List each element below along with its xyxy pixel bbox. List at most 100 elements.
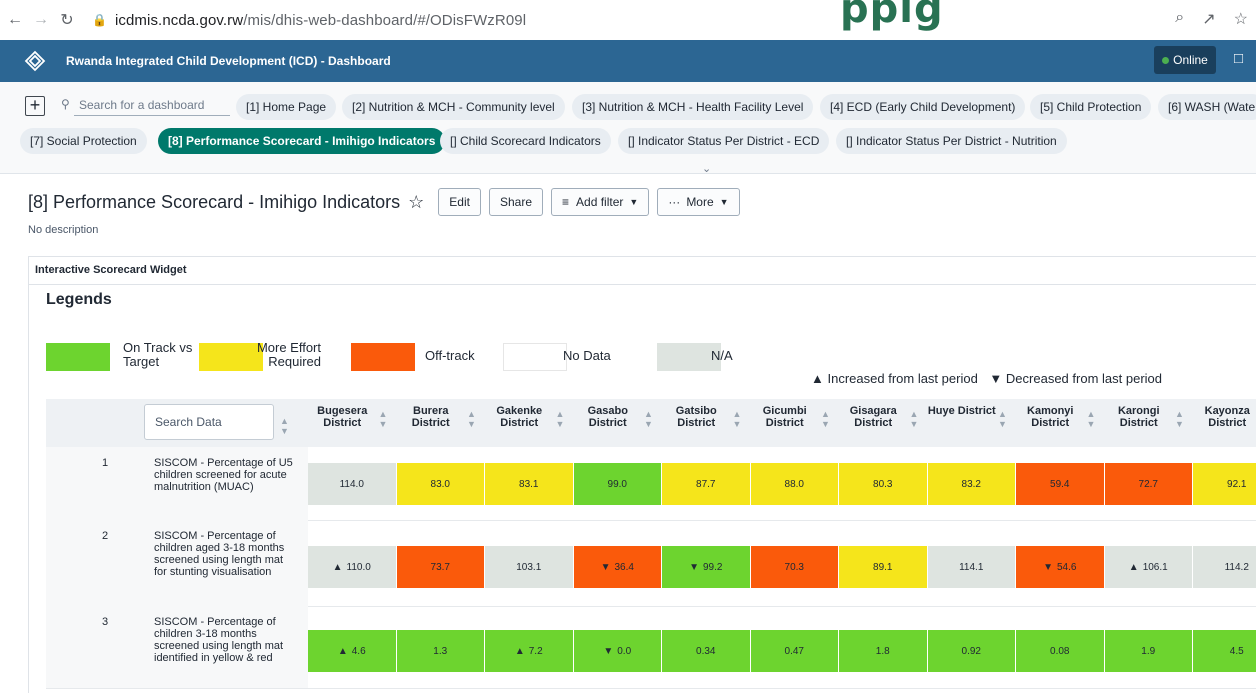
forward-arrow-icon[interactable]: → bbox=[28, 11, 54, 29]
score-cell[interactable]: ▼ 54.6 bbox=[1016, 546, 1104, 588]
chip-label: [8] Performance Scorecard - Imihigo Indi… bbox=[168, 134, 436, 148]
indicator-label[interactable]: SISCOM - Percentage of children 3-18 mon… bbox=[154, 616, 294, 664]
column-header[interactable]: Bugesera District bbox=[308, 405, 377, 429]
score-cell[interactable]: ▲ 110.0 bbox=[308, 546, 396, 588]
scorecard-widget: Interactive Scorecard Widget Legends On … bbox=[28, 256, 1256, 693]
column-header[interactable]: Gasabo District bbox=[574, 405, 643, 429]
score-cell[interactable]: ▼ 0.0 bbox=[573, 630, 661, 672]
dashboard-title-bar: [8] Performance Scorecard - Imihigo Indi… bbox=[28, 188, 740, 216]
cell-value: 114.0 bbox=[339, 478, 364, 490]
legends-title: Legends bbox=[46, 291, 112, 308]
score-cell[interactable]: 1.8 bbox=[839, 630, 927, 672]
reload-icon[interactable]: ↻ bbox=[54, 10, 80, 30]
chip-child-protection[interactable]: [5] Child Protection bbox=[1030, 94, 1152, 120]
cell-value: 0.47 bbox=[784, 645, 804, 657]
browser-actions: ⌕ ↗ ☆ bbox=[1175, 9, 1248, 29]
sort-icon[interactable]: ▲ ▼ bbox=[733, 409, 742, 429]
share-icon[interactable]: ↗ bbox=[1202, 9, 1215, 29]
score-cell[interactable]: 89.1 bbox=[839, 546, 927, 588]
add-dashboard-button[interactable]: + bbox=[25, 96, 45, 116]
share-button[interactable]: Share bbox=[488, 188, 544, 216]
more-button[interactable]: ··· More ▼ bbox=[657, 188, 740, 216]
score-cell[interactable]: 0.08 bbox=[1016, 630, 1104, 672]
triangle-up-icon: ▲ bbox=[514, 645, 525, 657]
score-cell[interactable]: 88.0 bbox=[750, 463, 838, 505]
score-cell[interactable]: 1.3 bbox=[396, 630, 484, 672]
zoom-icon[interactable]: ⌕ bbox=[1175, 9, 1184, 29]
sort-icon[interactable]: ▲ ▼ bbox=[998, 409, 1007, 429]
sort-icon[interactable]: ▲ ▼ bbox=[467, 409, 476, 429]
score-cell[interactable]: 72.7 bbox=[1104, 463, 1192, 505]
column-header[interactable]: Huye District bbox=[928, 405, 997, 417]
sort-icon[interactable]: ▲ ▼ bbox=[910, 409, 919, 429]
chip-label: [] Child Scorecard Indicators bbox=[450, 134, 601, 148]
score-cell[interactable]: 92.1 bbox=[1193, 463, 1256, 505]
sort-icon[interactable]: ▲ ▼ bbox=[1087, 409, 1096, 429]
chip-status-nutrition[interactable]: [] Indicator Status Per District - Nutri… bbox=[836, 128, 1067, 154]
chip-performance-scorecard[interactable]: [8] Performance Scorecard - Imihigo Indi… bbox=[158, 128, 446, 154]
add-filter-button[interactable]: ≡ Add filter ▼ bbox=[551, 188, 650, 216]
lock-icon: 🔒 bbox=[92, 13, 107, 27]
column-header[interactable]: Gatsibo District bbox=[662, 405, 731, 429]
column-header[interactable]: Burera District bbox=[397, 405, 466, 429]
chip-child-scorecard[interactable]: [] Child Scorecard Indicators bbox=[440, 128, 611, 154]
sort-icon[interactable]: ▲ ▼ bbox=[644, 409, 653, 429]
score-cell[interactable]: 83.2 bbox=[927, 463, 1015, 505]
score-cell[interactable]: ▲ 106.1 bbox=[1104, 546, 1192, 588]
score-cell[interactable]: 114.0 bbox=[308, 463, 396, 505]
score-cell[interactable]: 114.2 bbox=[1193, 546, 1256, 588]
score-cell[interactable]: 1.9 bbox=[1104, 630, 1192, 672]
chip-nutrition-community[interactable]: [2] Nutrition & MCH - Community level bbox=[342, 94, 565, 120]
sort-icon[interactable]: ▲ ▼ bbox=[1175, 409, 1184, 429]
dashboard-search-input[interactable] bbox=[74, 94, 230, 116]
score-cell[interactable]: ▲ 7.2 bbox=[485, 630, 573, 672]
search-data-input[interactable]: Search Data bbox=[144, 404, 274, 440]
score-cell[interactable]: 70.3 bbox=[750, 546, 838, 588]
score-cell[interactable]: 114.1 bbox=[927, 546, 1015, 588]
score-cell[interactable]: 87.7 bbox=[662, 463, 750, 505]
score-cell[interactable]: 80.3 bbox=[839, 463, 927, 505]
score-cell[interactable]: 0.92 bbox=[927, 630, 1015, 672]
chip-social-protection[interactable]: [7] Social Protection bbox=[20, 128, 147, 154]
indicator-label[interactable]: SISCOM - Percentage of children aged 3-1… bbox=[154, 530, 294, 578]
score-cell[interactable]: 0.34 bbox=[662, 630, 750, 672]
url-host: icdmis.ncda.gov.rw bbox=[114, 11, 244, 29]
column-header[interactable]: Gicumbi District bbox=[751, 405, 820, 429]
score-cell[interactable]: 83.0 bbox=[396, 463, 484, 505]
chip-home-page[interactable]: [1] Home Page bbox=[236, 94, 337, 120]
chip-ecd[interactable]: [4] ECD (Early Child Development) bbox=[820, 94, 1026, 120]
score-cell[interactable]: 73.7 bbox=[396, 546, 484, 588]
bookmark-star-icon[interactable]: ☆ bbox=[1234, 9, 1248, 29]
score-cell[interactable]: 0.47 bbox=[750, 630, 838, 672]
score-cell[interactable]: 99.0 bbox=[573, 463, 661, 505]
chip-status-ecd[interactable]: [] Indicator Status Per District - ECD bbox=[618, 128, 830, 154]
score-cell[interactable]: ▼ 36.4 bbox=[573, 546, 661, 588]
expand-chevron-icon[interactable]: ⌄ bbox=[702, 162, 711, 175]
column-header[interactable]: Kamonyi District bbox=[1016, 405, 1085, 429]
column-header[interactable]: Karongi District bbox=[1105, 405, 1174, 429]
score-cell[interactable]: ▲ 4.6 bbox=[308, 630, 396, 672]
cell-value: 1.8 bbox=[875, 645, 890, 657]
sort-icon[interactable]: ▲ ▼ bbox=[280, 416, 289, 436]
edit-button[interactable]: Edit bbox=[438, 188, 481, 216]
sort-icon[interactable]: ▲ ▼ bbox=[379, 409, 388, 429]
dhis-logo-icon[interactable] bbox=[24, 50, 46, 72]
indicator-label[interactable]: SISCOM - Percentage of U5 children scree… bbox=[154, 457, 294, 493]
column-header[interactable]: Gakenke District bbox=[485, 405, 554, 429]
back-arrow-icon[interactable]: ← bbox=[2, 11, 28, 29]
star-icon[interactable]: ☆ bbox=[408, 192, 424, 213]
chip-nutrition-facility[interactable]: [3] Nutrition & MCH - Health Facility Le… bbox=[572, 94, 814, 120]
score-cell[interactable]: ▼ 99.2 bbox=[662, 546, 750, 588]
column-header[interactable]: Gisagara District bbox=[839, 405, 908, 429]
score-cell[interactable]: 59.4 bbox=[1016, 463, 1104, 505]
interpretations-icon[interactable]: □ bbox=[1234, 50, 1243, 67]
score-cell[interactable]: 4.5 bbox=[1193, 630, 1256, 672]
address-bar[interactable]: icdmis.ncda.gov.rw/mis/dhis-web-dashboar… bbox=[115, 12, 526, 29]
chip-wash[interactable]: [6] WASH (Wate bbox=[1158, 94, 1256, 120]
score-cell[interactable]: 103.1 bbox=[485, 546, 573, 588]
legend-label-na: N/A bbox=[711, 348, 733, 363]
sort-icon[interactable]: ▲ ▼ bbox=[821, 409, 830, 429]
sort-icon[interactable]: ▲ ▼ bbox=[556, 409, 565, 429]
column-header[interactable]: Kayonza District bbox=[1193, 405, 1256, 429]
score-cell[interactable]: 83.1 bbox=[485, 463, 573, 505]
